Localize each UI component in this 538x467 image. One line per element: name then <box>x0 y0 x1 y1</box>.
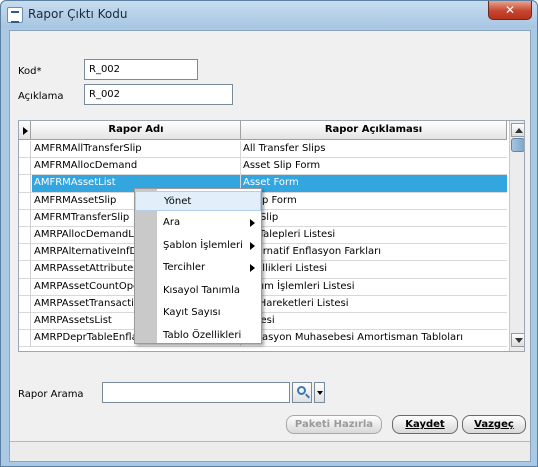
row-header[interactable] <box>19 226 31 244</box>
table-row[interactable]: AMFRMAssetSlip t Slip Form <box>19 192 507 210</box>
context-menu-item[interactable]: Kayıt Sayısı <box>157 303 261 323</box>
aciklama-label: Açıklama <box>18 91 64 102</box>
submenu-arrow-icon <box>250 264 255 272</box>
scroll-down-icon[interactable] <box>511 333 524 347</box>
scroll-thumb[interactable] <box>511 138 524 152</box>
main-window: Rapor Çıktı Kodu ✕ Kod* R_002 Açıklama R… <box>0 0 538 467</box>
table-row[interactable]: AMRPDeprTableEnflationParams Enflasyon Mu… <box>19 330 507 348</box>
context-menu-item-label: Tablo Özellikleri <box>163 330 242 341</box>
vertical-scrollbar[interactable] <box>509 121 524 351</box>
table-row[interactable]: AMFRMAssetList Asset Form <box>19 175 507 193</box>
table-row[interactable]: AMFRMTransferSlipfer Slip <box>19 209 507 227</box>
column-header-rapor-aciklamasi[interactable]: Rapor Açıklaması <box>241 121 507 140</box>
kod-label: Kod* <box>18 66 42 77</box>
row-header[interactable] <box>19 330 31 348</box>
search-dropdown-button[interactable] <box>314 382 325 403</box>
row-indicator-icon <box>19 121 31 140</box>
submenu-arrow-icon <box>250 219 255 227</box>
vazgec-button[interactable]: Vazgeç <box>462 415 526 434</box>
context-menu-item-label: Ara <box>163 217 181 228</box>
report-grid: Rapor Adı Rapor Açıklaması AMFRMAllTrans… <box>18 120 525 352</box>
context-menu-item[interactable]: Tablo Özellikleri <box>157 326 261 346</box>
status-bar <box>10 441 530 461</box>
scroll-up-icon[interactable] <box>511 123 524 137</box>
cell-rapor-aciklamasi[interactable]: Enflasyon Muhasebesi Amortisman Tablolar… <box>241 330 507 347</box>
cell-rapor-aciklamasi[interactable]: ım Talepleri Listesi <box>241 227 507 244</box>
paketi-hazirla-button[interactable]: Paketi Hazırla <box>286 415 382 434</box>
row-header[interactable] <box>19 141 31 158</box>
table-row[interactable]: AMRPAssetTransactio ım Hareketleri Listes… <box>19 295 507 313</box>
table-row[interactable]: AMFRMAllTransferSlip All Transfer Slips <box>19 141 507 159</box>
cell-rapor-aciklamasi[interactable]: fer Slip <box>241 210 507 227</box>
search-button[interactable] <box>292 382 312 403</box>
context-menu-item-label: Kayıt Sayısı <box>163 307 221 318</box>
app-icon <box>7 7 23 23</box>
table-row[interactable]: AMRPAssetsListListesi <box>19 312 507 331</box>
cell-rapor-aciklamasi[interactable]: Alternatif Enflasyon Farkları <box>241 244 507 261</box>
cell-rapor-aciklamasi[interactable]: All Transfer Slips <box>241 141 507 158</box>
table-row[interactable]: AMFRMAllocDemand Asset Slip Form <box>19 158 507 176</box>
row-header[interactable] <box>19 312 31 330</box>
cell-rapor-aciklamasi[interactable]: ım Hareketleri Listesi <box>241 296 507 313</box>
context-menu: Yönet Ara Şablon İşlemleri Tercihler Kısayol… <box>134 188 262 344</box>
cell-rapor-aciklamasi[interactable]: Listesi <box>241 313 507 330</box>
context-menu-item[interactable]: Şablon İşlemleri <box>157 236 261 256</box>
cell-rapor-aciklamasi[interactable]: Asset Form <box>241 175 507 193</box>
window-title: Rapor Çıktı Kodu <box>28 7 128 21</box>
context-menu-item[interactable]: Ara <box>157 213 261 233</box>
table-row[interactable]: AMRPAllocDemandLis ım Talepleri Listesi <box>19 226 507 245</box>
cell-rapor-adi[interactable]: AMFRMAllocDemand <box>32 158 241 176</box>
row-header[interactable] <box>19 158 31 176</box>
search-input[interactable] <box>102 382 290 403</box>
column-header-rapor-adi[interactable]: Rapor Adı <box>32 121 241 140</box>
row-header[interactable] <box>19 295 31 313</box>
cell-rapor-aciklamasi[interactable]: Sayım İşlemleri Listesi <box>241 279 507 296</box>
cell-rapor-aciklamasi[interactable]: t Slip Form <box>241 193 507 210</box>
grid-header: Rapor Adı Rapor Açıklaması <box>19 121 507 140</box>
dialog-body: Kod* R_002 Açıklama R_002 Rapor Adı Rapo… <box>9 30 531 462</box>
context-menu-item[interactable]: Kısayol Tanımla <box>157 281 261 301</box>
table-row[interactable]: AMRPAssetAttributes Özellikleri Listesi <box>19 261 507 279</box>
title-bar[interactable]: Rapor Çıktı Kodu ✕ <box>1 1 537 28</box>
context-menu-item-label: Tercihler <box>163 262 206 273</box>
search-label: Rapor Arama <box>18 389 84 400</box>
context-menu-item[interactable]: Tercihler <box>157 258 261 278</box>
submenu-arrow-icon <box>250 242 255 250</box>
kod-field[interactable]: R_002 <box>84 59 198 80</box>
context-menu-item-label: Kısayol Tanımla <box>163 285 241 296</box>
kaydet-button[interactable]: Kaydet <box>392 415 458 434</box>
context-menu-gutter <box>135 189 157 343</box>
row-header[interactable] <box>19 278 31 296</box>
context-menu-item[interactable]: Yönet <box>135 191 261 211</box>
context-menu-item-label: Şablon İşlemleri <box>163 240 243 251</box>
cell-rapor-adi[interactable]: AMFRMAllTransferSlip <box>32 141 241 158</box>
row-header[interactable] <box>19 209 31 227</box>
row-header[interactable] <box>19 244 31 262</box>
table-row[interactable]: AMRPAssetCountOpe Sayım İşlemleri Listesi <box>19 278 507 296</box>
row-header[interactable] <box>19 192 31 210</box>
aciklama-field[interactable]: R_002 <box>84 84 233 105</box>
close-button[interactable]: ✕ <box>488 1 532 20</box>
context-menu-item-label: Yönet <box>164 196 192 207</box>
cell-rapor-aciklamasi[interactable]: Asset Slip Form <box>241 158 507 175</box>
table-row[interactable]: AMRPAlternativeInfD Alternatif Enflasyon … <box>19 244 507 262</box>
grid-rows: AMFRMAllTransferSlip All Transfer Slips AM… <box>19 141 507 348</box>
row-header[interactable] <box>19 261 31 279</box>
row-header[interactable] <box>19 175 31 193</box>
cell-rapor-aciklamasi[interactable]: Özellikleri Listesi <box>241 261 507 278</box>
